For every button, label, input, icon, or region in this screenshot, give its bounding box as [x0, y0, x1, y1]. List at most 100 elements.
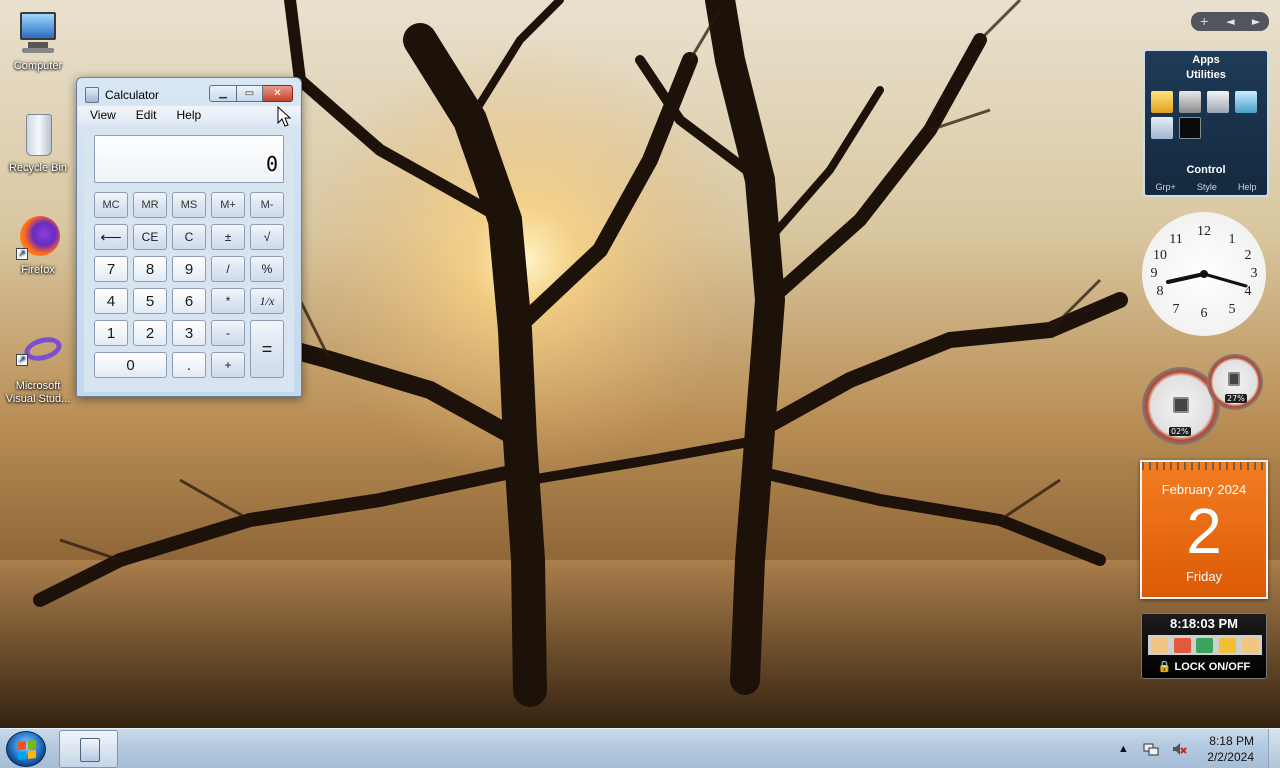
minimize-button[interactable]: ▁ [209, 85, 237, 102]
multiply-button[interactable]: * [211, 288, 245, 314]
apps-gadget: Apps Utilities Control Grp+ Style Help [1143, 49, 1269, 197]
computer-icon [14, 10, 62, 58]
calendar-day: 2 [1186, 495, 1222, 567]
menu-edit[interactable]: Edit [124, 106, 165, 125]
show-hidden-icons-button[interactable]: ▲ [1115, 741, 1131, 757]
add-gadget-button[interactable]: + [1200, 15, 1209, 28]
menu-view[interactable]: View [78, 106, 124, 125]
gadget-sidebar-controls: + ◄ ► [1191, 12, 1269, 31]
calculator-icon[interactable] [1151, 117, 1173, 139]
network-icon[interactable] [1143, 741, 1159, 757]
desktop-icon-label: Microsoft Visual Stud... [5, 380, 71, 405]
lock-toggle-button[interactable]: 🔒 LOCK ON/OFF [1142, 660, 1266, 673]
digit-5-button[interactable]: 5 [133, 288, 167, 314]
menu-help[interactable]: Help [164, 106, 209, 125]
mouse-cursor-icon [277, 106, 291, 127]
key-icon[interactable] [1219, 637, 1237, 653]
ms-button[interactable]: MS [172, 192, 206, 218]
taskbar-time: 8:18 PM [1209, 734, 1254, 748]
equals-button[interactable]: = [250, 320, 284, 378]
mc-button[interactable]: MC [94, 192, 128, 218]
calculator-body: 0 MC MR MS M+ M- ⟵ CE C ± √ 7 8 9 / % 4 … [84, 126, 294, 392]
calculator-icon [80, 738, 100, 762]
apps-gadget-control: Control [1186, 164, 1226, 176]
system-tray: ▲ 8:18 PM 2/2/2024 [1109, 729, 1280, 768]
maximize-icon: ▭ [244, 88, 255, 99]
calendar-weekday: Friday [1185, 569, 1223, 584]
backspace-button[interactable]: ⟵ [94, 224, 128, 250]
menu-bar: View Edit Help [78, 106, 300, 125]
memory-icon [1228, 372, 1240, 386]
folder-icon[interactable] [1151, 91, 1173, 113]
digit-8-button[interactable]: 8 [133, 256, 167, 282]
taskbar-calculator-button[interactable] [59, 730, 118, 768]
divide-button[interactable]: / [211, 256, 245, 282]
show-desktop-button[interactable] [1268, 729, 1280, 768]
sleep-icon[interactable] [1242, 637, 1260, 653]
power-icon[interactable] [1173, 637, 1191, 653]
taskbar-date: 2/2/2024 [1207, 750, 1254, 764]
desktop-icon-visual-studio[interactable]: ↗ Microsoft Visual Stud... [0, 330, 76, 406]
decimal-button[interactable]: . [172, 352, 206, 378]
mr-button[interactable]: MR [133, 192, 167, 218]
digit-6-button[interactable]: 6 [172, 288, 206, 314]
percent-button[interactable]: % [250, 256, 284, 282]
add-button[interactable]: + [211, 352, 245, 378]
help-link[interactable]: Help [1238, 182, 1257, 192]
scanner-icon[interactable] [1179, 91, 1201, 113]
document-icon[interactable] [1207, 91, 1229, 113]
reciprocal-button[interactable]: 1/x [250, 288, 284, 314]
digit-0-button[interactable]: 0 [94, 352, 167, 378]
restart-icon[interactable] [1196, 637, 1214, 653]
digit-1-button[interactable]: 1 [94, 320, 128, 346]
apps-gadget-subtitle: Utilities [1186, 69, 1226, 81]
group-add-link[interactable]: Grp+ [1156, 182, 1176, 192]
desktop-icon-computer[interactable]: Computer [0, 10, 76, 73]
cpu-icon [1173, 397, 1189, 413]
desktop-icon-recycle-bin[interactable]: Recycle Bin [0, 112, 76, 175]
start-button[interactable] [6, 731, 46, 767]
lock-gadget-time: 8:18:03 PM [1170, 616, 1238, 631]
next-gadget-button[interactable]: ► [1252, 15, 1260, 28]
clock-gadget[interactable]: 12 1 2 3 4 5 6 7 8 9 10 11 [1142, 212, 1266, 336]
digit-7-button[interactable]: 7 [94, 256, 128, 282]
calculator-window[interactable]: Calculator ▁ ▭ ✕ View Edit Help 0 MC MR … [76, 77, 302, 397]
close-button[interactable]: ✕ [263, 85, 293, 102]
firefox-icon: ↗ [14, 214, 62, 262]
log-off-icon[interactable] [1150, 637, 1168, 653]
calendar-rings [1142, 462, 1266, 470]
calendar-gadget[interactable]: February 2024 2 Friday [1140, 460, 1268, 599]
plus-minus-button[interactable]: ± [211, 224, 245, 250]
digit-2-button[interactable]: 2 [133, 320, 167, 346]
taskbar-clock[interactable]: 8:18 PM 2/2/2024 [1207, 733, 1254, 765]
window-title-bar[interactable]: Calculator [85, 86, 159, 104]
close-icon: ✕ [273, 88, 282, 99]
previous-gadget-button[interactable]: ◄ [1226, 15, 1234, 28]
maximize-button[interactable]: ▭ [237, 85, 263, 102]
ce-button[interactable]: CE [133, 224, 167, 250]
windows-logo-icon [18, 740, 36, 760]
volume-muted-icon[interactable] [1171, 741, 1187, 757]
command-prompt-icon[interactable] [1179, 117, 1201, 139]
digit-4-button[interactable]: 4 [94, 288, 128, 314]
memory-usage-value: 27% [1225, 394, 1247, 403]
m-plus-button[interactable]: M+ [211, 192, 245, 218]
recycle-bin-icon [14, 112, 62, 160]
digit-9-button[interactable]: 9 [172, 256, 206, 282]
sqrt-button[interactable]: √ [250, 224, 284, 250]
apps-gadget-title: Apps [1192, 54, 1220, 66]
cpu-usage-value: 02% [1169, 427, 1191, 436]
desktop-icon-firefox[interactable]: ↗ Firefox [0, 214, 76, 277]
lock-toggle-label: LOCK ON/OFF [1174, 661, 1251, 673]
lock-icon: 🔒 [1157, 661, 1172, 673]
minimize-icon: ▁ [219, 88, 227, 99]
memory-meter-gauge[interactable]: 27% [1207, 354, 1263, 410]
calculator-display: 0 [94, 135, 284, 183]
style-link[interactable]: Style [1197, 182, 1217, 192]
app-icon[interactable] [1235, 91, 1257, 113]
calculator-icon [85, 87, 99, 103]
digit-3-button[interactable]: 3 [172, 320, 206, 346]
subtract-button[interactable]: - [211, 320, 245, 346]
c-button[interactable]: C [172, 224, 206, 250]
m-minus-button[interactable]: M- [250, 192, 284, 218]
